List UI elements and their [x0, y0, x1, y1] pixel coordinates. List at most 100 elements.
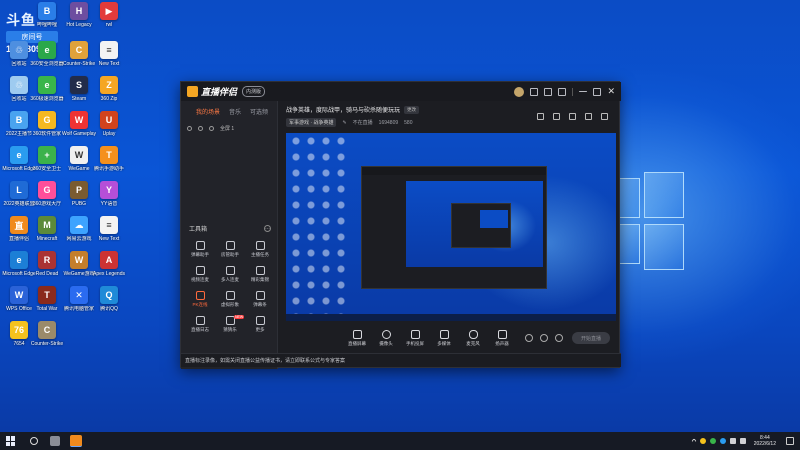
desktop-app-icon: ≡: [100, 41, 118, 59]
desktop-app-icon: Q: [100, 286, 118, 304]
tool-label: 弹幕条: [253, 302, 267, 307]
desktop-icon[interactable]: Y YY语音: [91, 181, 127, 219]
minimize-icon[interactable]: [579, 91, 588, 92]
start-live-button[interactable]: 开始直播: [572, 332, 610, 344]
app-titlebar[interactable]: 直播伴侣 内测版 ✕: [181, 82, 621, 101]
shop-icon[interactable]: [553, 113, 560, 120]
desktop-app-icon: B: [10, 111, 28, 129]
tool-button[interactable]: 视频连麦: [186, 266, 214, 288]
share-icon[interactable]: [601, 113, 608, 120]
category-tag[interactable]: 军事游戏 · 战争英雄: [286, 118, 337, 127]
lock-icon[interactable]: [198, 126, 203, 131]
desktop-icon[interactable]: A Apex Legends: [91, 251, 127, 289]
desktop-icon[interactable]: +360安全卫士: [29, 146, 65, 184]
room-info-header: 战争英雄，度际战甲，骑马与砍杀随便玩玩 更改 军事游戏 · 战争英雄 ✎ 不在直…: [286, 105, 616, 131]
taskbar-live-companion-icon[interactable]: [70, 435, 82, 447]
menu-icon[interactable]: [558, 87, 567, 96]
desktop-icon-label: New Text: [98, 61, 120, 67]
desktop-icon[interactable]: ≡ New Text: [91, 41, 127, 79]
clock[interactable]: 8:44 2022/6/12: [754, 435, 776, 447]
tool-button[interactable]: 多人连麦: [216, 266, 244, 288]
edit-title-button[interactable]: 更改: [404, 105, 420, 114]
tray-app-icon[interactable]: [699, 438, 706, 444]
camera-icon: [381, 329, 391, 339]
desktop-icon[interactable]: M Minecraft: [29, 216, 65, 254]
desktop-icon[interactable]: U Uplay: [91, 111, 127, 149]
screen-capture-label: 直播屏幕: [348, 340, 366, 346]
tool-button[interactable]: 精彩集锦: [246, 266, 274, 288]
tools-more-icon[interactable]: …: [264, 225, 271, 232]
tray-app-icon-2[interactable]: [709, 438, 716, 444]
tool-button[interactable]: 弹幕条: [246, 291, 274, 313]
settings-icon[interactable]: [569, 113, 576, 120]
eye-icon[interactable]: [187, 126, 192, 131]
microphone-icon: [468, 329, 478, 339]
phone-cast-button[interactable]: 手机投屏: [402, 329, 428, 347]
left-panel: 我的场景 音乐 可选频 全屏 1 工具箱 … 弹幕助手 房管助手 主播任务 视频连麦 多…: [181, 101, 278, 369]
tool-button[interactable]: 猜猜乐 NEW: [216, 315, 245, 338]
desktop-icon[interactable]: e 360安全浏览器: [29, 41, 65, 79]
eye-toggle-icon[interactable]: [540, 334, 548, 342]
desktop-icon[interactable]: Z 360 Zip: [91, 76, 127, 114]
tool-button[interactable]: 主播任务: [246, 241, 274, 263]
network-icon[interactable]: [729, 438, 736, 444]
tool-button[interactable]: 虚拟形象: [216, 291, 244, 313]
message-icon[interactable]: [530, 87, 539, 96]
app-logo-icon: [187, 86, 198, 97]
desktop-icon[interactable]: T 腾讯手游助手: [91, 146, 127, 184]
tab-my-scenes[interactable]: 我的场景: [196, 107, 220, 116]
user-avatar[interactable]: [514, 86, 525, 97]
bell-icon[interactable]: [585, 113, 592, 120]
tray-chevron-icon[interactable]: [690, 438, 697, 444]
gift-icon[interactable]: [537, 113, 544, 120]
live-companion-window[interactable]: 直播伴侣 内测版 ✕ 我的场景 音乐 可选频 全屏 1 工具箱 … 弹幕助手 房…: [180, 81, 621, 369]
desktop-icon[interactable]: G 360软件管家: [29, 111, 65, 149]
camera-button[interactable]: 摄像头: [373, 329, 399, 347]
desktop-app-icon: ≡: [100, 216, 118, 234]
task-view-icon[interactable]: [50, 436, 60, 446]
volume-icon[interactable]: [739, 438, 746, 444]
taskbar: 8:44 2022/6/12: [0, 432, 800, 450]
close-icon[interactable]: ✕: [607, 87, 615, 96]
screen-capture-button[interactable]: 直播屏幕: [344, 329, 370, 347]
desktop-icon[interactable]: ≡ New Text: [91, 216, 127, 254]
desktop-icon[interactable]: Q 腾讯QQ: [91, 286, 127, 324]
notification-icon[interactable]: [786, 437, 794, 445]
scene-row[interactable]: 全屏 1: [181, 116, 277, 132]
desktop-icon[interactable]: B 哔哩哔哩: [29, 2, 65, 40]
desktop-icon[interactable]: e 360极速浏览器: [29, 76, 65, 114]
desktop-app-icon: A: [100, 251, 118, 269]
desktop-icon[interactable]: G 360游戏大厅: [29, 181, 65, 219]
record-icon[interactable]: [525, 334, 533, 342]
notice-text: 直播标注录像，如需关闭直播公益传播证书，请立即联系公式与专家答案: [185, 358, 346, 364]
skin-icon[interactable]: [544, 87, 553, 96]
gear-icon[interactable]: [555, 334, 563, 342]
desktop-app-icon: ☁: [70, 216, 88, 234]
desktop-app-icon: B: [38, 2, 56, 20]
tray-app-icon-3[interactable]: [719, 438, 726, 444]
tool-button[interactable]: 房管助手: [216, 241, 244, 263]
media-button[interactable]: 多媒体: [431, 329, 457, 347]
tool-button[interactable]: 弹幕助手: [186, 241, 214, 263]
desktop-app-icon: C: [38, 321, 56, 339]
desktop-app-icon: 76: [10, 321, 28, 339]
desktop-icon[interactable]: R Red Dead: [29, 251, 65, 289]
start-button[interactable]: [6, 436, 16, 446]
tool-icon: [255, 316, 265, 325]
search-icon[interactable]: [30, 437, 38, 445]
tool-button[interactable]: 更多: [246, 316, 274, 338]
speaker-button[interactable]: 扬声器: [489, 329, 515, 347]
tab-optional[interactable]: 可选频: [250, 107, 268, 116]
microphone-button[interactable]: 麦克风: [460, 329, 486, 347]
desktop-icon[interactable]: C Counter-Strike: [29, 321, 65, 359]
tab-music[interactable]: 音乐: [229, 107, 241, 116]
desktop-icon[interactable]: T Total War: [29, 286, 65, 324]
version-badge[interactable]: 内测版: [242, 86, 266, 97]
tool-button[interactable]: PK连线: [186, 291, 214, 313]
stream-preview[interactable]: [286, 133, 616, 321]
maximize-icon[interactable]: [593, 87, 602, 96]
desktop-icon[interactable]: ▶ rwl: [91, 2, 127, 40]
tool-button[interactable]: 直播日志: [186, 316, 214, 338]
category-edit-icon[interactable]: ✎: [342, 120, 346, 126]
speaker-icon: [497, 329, 507, 339]
